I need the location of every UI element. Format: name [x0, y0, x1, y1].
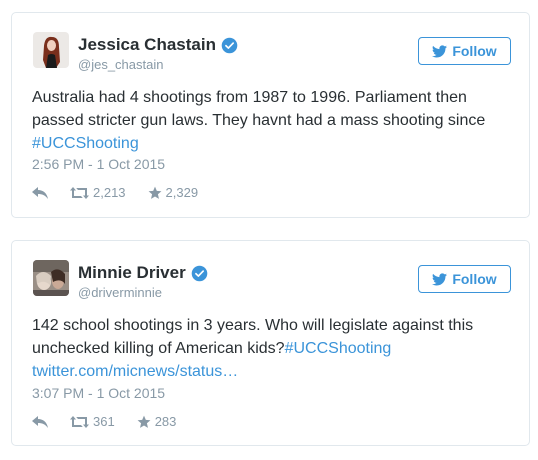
retweet-button[interactable]: 361 — [70, 414, 115, 429]
follow-button[interactable]: Follow — [418, 37, 511, 65]
reply-button[interactable] — [32, 415, 48, 428]
timestamp[interactable]: 3:07 PM - 1 Oct 2015 — [32, 385, 165, 401]
favorite-count: 2,329 — [165, 185, 199, 200]
reply-icon — [32, 186, 48, 199]
tweet-card: Minnie Driver @driverminnie Follow 142 s… — [11, 240, 530, 446]
tweet-text-body: 142 school shootings in 3 years. Who wil… — [32, 317, 474, 357]
avatar[interactable] — [33, 260, 69, 296]
retweet-button[interactable]: 2,213 — [70, 185, 126, 200]
favorite-button[interactable]: 2,329 — [148, 185, 199, 200]
favorite-count: 283 — [154, 414, 177, 429]
retweet-icon — [70, 415, 89, 428]
tweet-text: Australia had 4 shootings from 1987 to 1… — [32, 86, 513, 155]
verified-icon — [221, 37, 238, 53]
reply-icon — [32, 415, 48, 428]
tweet-actions: 361 283 — [32, 414, 198, 429]
retweet-icon — [70, 186, 89, 199]
reply-button[interactable] — [32, 186, 48, 199]
follow-label: Follow — [452, 271, 497, 287]
hashtag-link[interactable]: #UCCShooting — [285, 340, 392, 357]
tweet-actions: 2,213 2,329 — [32, 185, 220, 200]
twitter-bird-icon — [432, 44, 448, 57]
display-name[interactable]: Minnie Driver — [78, 263, 186, 283]
follow-label: Follow — [452, 43, 497, 59]
timestamp[interactable]: 2:56 PM - 1 Oct 2015 — [32, 156, 165, 172]
hashtag-link[interactable]: #UCCShooting — [32, 135, 139, 152]
favorite-star-icon — [148, 186, 161, 199]
retweet-count: 2,213 — [93, 185, 126, 200]
tweet-url-link[interactable]: twitter.com/micnews/status… — [32, 363, 238, 380]
display-name[interactable]: Jessica Chastain — [78, 35, 216, 55]
follow-button[interactable]: Follow — [418, 265, 511, 293]
favorite-button[interactable]: 283 — [137, 414, 177, 429]
tweet-text-body: Australia had 4 shootings from 1987 to 1… — [32, 89, 486, 129]
favorite-star-icon — [137, 415, 151, 428]
verified-icon — [191, 265, 207, 281]
tweet-card: Jessica Chastain @jes_chastain Follow Au… — [11, 12, 530, 218]
avatar[interactable] — [33, 32, 69, 68]
user-handle[interactable]: @driverminnie — [78, 285, 162, 300]
twitter-bird-icon — [432, 272, 448, 285]
tweet-text: 142 school shootings in 3 years. Who wil… — [32, 314, 513, 383]
retweet-count: 361 — [93, 414, 115, 429]
user-handle[interactable]: @jes_chastain — [78, 57, 163, 72]
